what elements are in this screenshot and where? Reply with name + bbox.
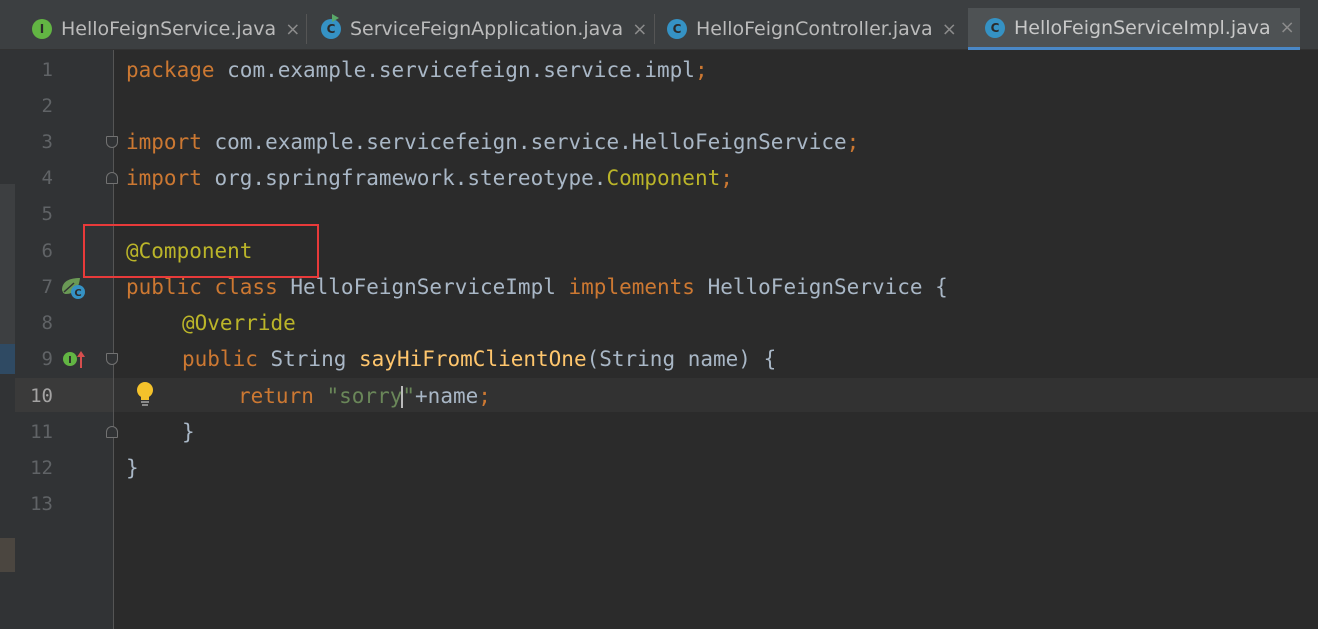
implements-method-icon[interactable]: I [62,348,88,370]
close-icon[interactable]: × [1280,17,1295,38]
keyword: public [126,275,202,299]
tab-label: HelloFeignServiceImpl.java [1014,16,1271,39]
tab-hello-feign-service-impl[interactable]: C HelloFeignServiceImpl.java × [968,8,1300,50]
line-number[interactable]: 2 [15,88,53,124]
interface-name: HelloFeignService [694,275,923,299]
fold-marker-close[interactable] [106,172,118,184]
code-line-12[interactable]: } [126,450,139,486]
tab-divider [306,14,307,44]
keyword: implements [555,275,695,299]
class-ref: Component [606,166,721,190]
tool-window-stripe-active [0,344,15,374]
semicolon: ; [846,130,860,154]
brace: } [182,420,195,444]
package-name: com.example.servicefeign.service.impl [214,58,695,82]
interface-icon: I [32,19,52,39]
semicolon: ; [478,384,491,408]
tab-divider [654,14,655,44]
lightbulb-icon[interactable] [136,381,154,407]
line-number[interactable]: 12 [15,450,53,486]
expression: +name [415,384,479,408]
highlight-box [83,224,319,278]
line-number[interactable]: 3 [15,124,53,160]
close-icon[interactable]: × [632,19,647,40]
keyword: return [238,384,314,408]
line-number[interactable]: 4 [15,160,53,196]
class-name: HelloFeignServiceImpl [277,275,556,299]
string-literal-end: " [402,384,416,408]
tab-service-feign-application[interactable]: C ServiceFeignApplication.java × [321,8,649,50]
svg-text:C: C [74,288,81,299]
semicolon: ; [694,58,708,82]
line-number[interactable]: 7 [15,269,53,305]
code-line-3[interactable]: import com.example.servicefeign.service.… [126,124,859,160]
import-path: org.springframework.stereotype. [201,166,607,190]
type-name: String [257,347,347,371]
code-line-4[interactable]: import org.springframework.stereotype.Co… [126,160,733,196]
icon-letter: C [326,22,336,36]
code-line-11[interactable]: } [182,414,195,450]
spring-bean-icon[interactable]: C [60,276,88,300]
line-number[interactable]: 8 [15,305,53,341]
tab-label: HelloFeignService.java [61,18,277,40]
close-icon[interactable]: × [285,19,300,40]
class-icon: C [985,17,1005,38]
code-line-8[interactable]: @Override [182,305,296,341]
line-number[interactable]: 11 [15,414,53,450]
svg-text:I: I [68,355,72,366]
parameters: (String name) { [586,347,777,371]
line-number[interactable]: 1 [15,52,53,88]
code-line-1[interactable]: package com.example.servicefeign.service… [126,52,708,88]
class-icon: C [667,19,687,39]
line-number[interactable]: 9 [15,341,53,377]
semicolon: ; [720,166,733,190]
left-tool-strip [0,50,15,629]
brace: } [126,456,139,480]
keyword: class [201,275,278,299]
runnable-class-icon: C [321,14,341,39]
line-number-current[interactable]: 10 [15,378,53,414]
tab-label: HelloFeignController.java [696,18,933,40]
line-number[interactable]: 5 [15,196,53,232]
fold-marker-open[interactable] [106,136,118,148]
keyword: import [126,166,202,190]
keyword: import [126,130,202,154]
tab-hello-feign-service[interactable]: I HelloFeignService.java × [32,8,300,50]
keyword: package [126,58,215,82]
tab-hello-feign-controller[interactable]: C HelloFeignController.java × [667,8,962,50]
fold-marker-close[interactable] [106,426,118,438]
close-icon[interactable]: × [942,19,957,40]
keyword: public [182,347,258,371]
code-line-10[interactable]: return "sorry"+name; [238,378,491,414]
editor-tab-bar: I HelloFeignService.java × C ServiceFeig… [0,0,1318,50]
tool-window-stripe [0,538,15,572]
string-literal: "sorry [313,384,403,408]
line-number[interactable]: 13 [15,486,53,522]
code-line-9[interactable]: public String sayHiFromClientOne(String … [182,341,776,377]
line-number[interactable]: 6 [15,233,53,269]
fold-marker-open[interactable] [106,353,118,365]
annotation: @Override [182,311,296,335]
run-icon [332,14,339,22]
tab-label: ServiceFeignApplication.java [350,18,624,40]
import-path: com.example.servicefeign.service.HelloFe… [201,130,847,154]
method-name: sayHiFromClientOne [346,347,587,371]
brace: { [922,275,948,299]
